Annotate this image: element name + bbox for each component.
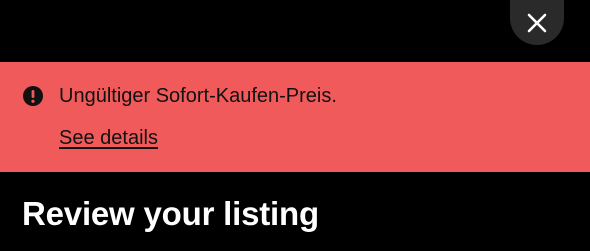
see-details-link[interactable]: See details — [59, 126, 158, 150]
close-icon — [526, 12, 548, 34]
page-title: Review your listing — [22, 195, 319, 232]
error-alert-banner — [0, 62, 590, 172]
alert-circle-icon — [22, 85, 44, 107]
review-listing-screen: Ungültiger Sofort-Kaufen-Preis. See deta… — [0, 0, 590, 251]
close-button[interactable] — [510, 0, 564, 45]
alert-message: Ungültiger Sofort-Kaufen-Preis. — [59, 85, 337, 107]
